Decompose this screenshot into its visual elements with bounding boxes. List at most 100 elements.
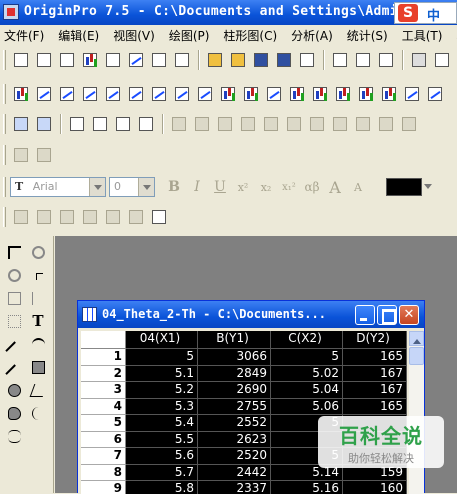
menu-view[interactable]: 视图(V) xyxy=(113,27,155,44)
open-template-button[interactable] xyxy=(227,49,248,70)
row-header[interactable]: 1 xyxy=(81,349,126,366)
ungroup-button[interactable] xyxy=(33,206,54,227)
row-header[interactable]: 8 xyxy=(81,464,126,481)
row-header[interactable]: 5 xyxy=(81,415,126,432)
new-project-button[interactable] xyxy=(10,49,31,70)
bold-button[interactable]: B xyxy=(163,176,185,197)
font-color-swatch[interactable] xyxy=(386,177,422,196)
subscript-button[interactable]: x₂ xyxy=(255,176,277,197)
row-header[interactable]: 7 xyxy=(81,448,126,465)
table-cell[interactable]: 5.04 xyxy=(271,382,343,399)
maximize-button[interactable] xyxy=(377,305,397,325)
plot-floating-bar-button[interactable] xyxy=(378,83,399,104)
table-cell[interactable]: 2623 xyxy=(198,431,271,448)
toolbar-grip[interactable] xyxy=(3,83,6,104)
align-button[interactable] xyxy=(102,206,123,227)
plot-stack-column-button[interactable] xyxy=(355,83,376,104)
increase-font-button[interactable]: A xyxy=(324,176,346,197)
plot-ternary-button[interactable] xyxy=(424,83,445,104)
close-button[interactable]: ✕ xyxy=(399,305,419,325)
import-multiple-button[interactable] xyxy=(352,49,373,70)
font-size-select[interactable]: 0 xyxy=(109,176,155,197)
sogou-ime-icon[interactable]: S xyxy=(398,4,418,22)
zoom-out-tool[interactable] xyxy=(3,264,25,286)
plot-vector-button[interactable] xyxy=(171,83,192,104)
3d-tool-8-button[interactable] xyxy=(329,113,350,134)
table-cell[interactable]: 5.1 xyxy=(126,365,198,382)
data-reader-tool[interactable] xyxy=(3,287,25,309)
column-grid-button[interactable] xyxy=(33,144,54,165)
group-button[interactable] xyxy=(10,206,31,227)
rectangle-tool[interactable] xyxy=(27,356,49,378)
table-cell[interactable]: 2520 xyxy=(198,448,271,465)
toolbar-grip[interactable] xyxy=(3,49,6,70)
row-header[interactable]: 6 xyxy=(81,431,126,448)
ellipse-tool[interactable] xyxy=(3,379,25,401)
table-cell[interactable]: 5.3 xyxy=(126,398,198,415)
table-cell[interactable]: 2552 xyxy=(198,415,271,432)
3d-tool-6-button[interactable] xyxy=(283,113,304,134)
3d-tool-9-button[interactable] xyxy=(352,113,373,134)
print-button[interactable] xyxy=(408,49,429,70)
menu-column[interactable]: 柱形图(C) xyxy=(223,27,277,44)
row-header[interactable]: 4 xyxy=(81,398,126,415)
freehand-tool[interactable] xyxy=(27,402,49,424)
polyline-tool[interactable] xyxy=(27,379,49,401)
ime-toolbar[interactable]: S 中 xyxy=(394,2,457,24)
scroll-thumb[interactable] xyxy=(409,347,424,365)
import-wizard-button[interactable] xyxy=(375,49,396,70)
bring-front-button[interactable] xyxy=(56,206,77,227)
3d-cube-button[interactable] xyxy=(66,113,87,134)
add-layer-button[interactable] xyxy=(10,113,31,134)
greek-button[interactable]: αβ xyxy=(301,176,323,197)
app-titlebar[interactable]: OriginPro 7.5 - C:\Documents and Setting… xyxy=(0,0,457,25)
table-cell[interactable]: 5 xyxy=(271,349,343,366)
3d-tool-10-button[interactable] xyxy=(375,113,396,134)
spline-tool[interactable] xyxy=(3,425,25,447)
decrease-font-button[interactable]: A xyxy=(347,176,369,197)
line-tool[interactable] xyxy=(3,356,25,383)
3d-tilt-button[interactable] xyxy=(112,113,133,134)
table-cell[interactable]: 2755 xyxy=(198,398,271,415)
add-column-button[interactable] xyxy=(10,144,31,165)
arrange-layers-button[interactable] xyxy=(148,206,169,227)
plot-column-color-button[interactable] xyxy=(286,83,307,104)
new-graph-button[interactable] xyxy=(79,49,100,70)
plot-error-bar-button[interactable] xyxy=(263,83,284,104)
table-cell[interactable]: 160 xyxy=(343,481,407,494)
merge-layer-button[interactable] xyxy=(33,113,54,134)
plot-column-button[interactable] xyxy=(309,83,330,104)
table-cell[interactable]: 3066 xyxy=(198,349,271,366)
toolbar-grip[interactable] xyxy=(3,113,6,134)
3d-tool-11-button[interactable] xyxy=(398,113,419,134)
draw-data-tool[interactable] xyxy=(3,310,25,332)
table-cell[interactable]: 5.5 xyxy=(126,431,198,448)
plot-curve-button[interactable] xyxy=(125,83,146,104)
text-tool[interactable]: T xyxy=(27,310,49,332)
table-cell[interactable]: 165 xyxy=(343,349,407,366)
arrow-tool[interactable] xyxy=(3,333,25,360)
table-cell[interactable]: 5.2 xyxy=(126,382,198,399)
menu-analysis[interactable]: 分析(A) xyxy=(291,27,333,44)
table-cell[interactable]: 5.4 xyxy=(126,415,198,432)
3d-tool-2-button[interactable] xyxy=(191,113,212,134)
plot-hilo-button[interactable] xyxy=(240,83,261,104)
table-cell[interactable]: 5.16 xyxy=(271,481,343,494)
table-cell[interactable]: 5.8 xyxy=(126,481,198,494)
table-cell[interactable]: 165 xyxy=(343,398,407,415)
save-button[interactable] xyxy=(250,49,271,70)
save-template-button[interactable] xyxy=(273,49,294,70)
3d-tool-1-button[interactable] xyxy=(168,113,189,134)
toolbar-grip[interactable] xyxy=(3,144,6,165)
pointer-tool[interactable] xyxy=(3,241,25,263)
column-header[interactable]: D(Y2) xyxy=(343,331,407,349)
3d-tool-3-button[interactable] xyxy=(214,113,235,134)
screen-reader-tool[interactable] xyxy=(27,264,49,286)
font-color-dropdown[interactable] xyxy=(422,177,436,197)
superscript-button[interactable]: x² xyxy=(232,176,254,197)
toolbar-grip[interactable] xyxy=(3,176,6,197)
worksheet-grid[interactable]: 04(X1) B(Y1) C(X2) D(Y2) 1 5 3066 5 165 2 5.1 2… xyxy=(81,331,407,494)
menu-edit[interactable]: 编辑(E) xyxy=(58,27,99,44)
italic-button[interactable]: I xyxy=(186,176,208,197)
plot-step-button[interactable] xyxy=(79,83,100,104)
